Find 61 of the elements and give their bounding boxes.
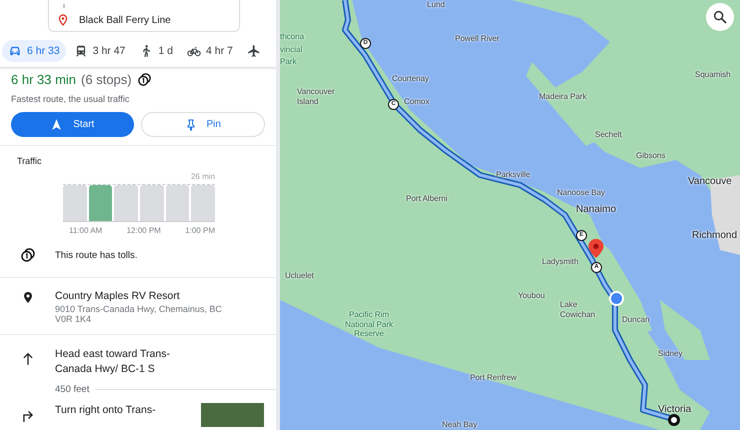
axis-label: 26 min [190, 172, 215, 183]
map-place-label: Comox [404, 97, 430, 107]
car-icon [8, 44, 22, 58]
duration-text: 6 hr 33 min [11, 72, 76, 87]
time-label: 1:00 PM [185, 226, 215, 235]
map-place-label: Nanoose Bay [557, 188, 606, 198]
step-instruction: Turn right onto Trans- [55, 403, 157, 418]
map-place-label: Ucluelet [285, 271, 314, 281]
map-place-label: Powell River [455, 34, 500, 44]
bicycle-icon [187, 44, 202, 58]
coins-icon [20, 247, 36, 263]
location-pin-icon [22, 290, 34, 305]
travel-mode-tab[interactable]: 3 hr 47 [68, 40, 132, 62]
step-distance: 450 feet [55, 384, 90, 396]
travel-mode-tab[interactable]: 1 d [133, 40, 180, 62]
map-place-label: Port Renfrew [470, 373, 517, 383]
destination-name: Black Ball Ferry Line [79, 14, 171, 26]
place-address: 9010 Trans-Canada Hwy, Chemainus, BC V0R 1K4 [55, 304, 223, 324]
start-button[interactable]: Start [11, 112, 134, 137]
map-place-label: Squamish [695, 70, 731, 80]
map-place-label: Ladysmith [542, 257, 578, 267]
map-place-label: Madeira Park [539, 92, 587, 102]
tolls-note: This route has tolls. [55, 250, 138, 260]
route-note: Fastest route, the usual traffic [11, 94, 130, 104]
map-place-label: Richmond [692, 230, 738, 242]
train-icon [74, 44, 88, 58]
search-icon [712, 9, 728, 25]
map-place-label: Lund [427, 0, 445, 10]
step-instruction: Head east toward Trans-Canada Hwy/ BC-1 S [55, 347, 171, 376]
map-place-label: Gibsons [636, 151, 666, 161]
map-place-label: Parksville [496, 170, 530, 180]
location-pin-icon [57, 13, 69, 27]
map-place-label: Lake Cowichan [560, 300, 596, 320]
map-place-label: Victoria [658, 404, 692, 416]
time-label: 12:00 PM [126, 226, 161, 235]
map-place-label: Youbou [518, 291, 545, 301]
map-place-label: Pacific Rim National Park Reserve [344, 310, 394, 339]
map-place-label: Vancouver Island [297, 87, 336, 106]
map-place-label: Nanaimo [576, 204, 616, 216]
map-place-label: Park [280, 57, 296, 67]
travel-mode-tab[interactable]: 4 hr 7 [181, 40, 239, 62]
map-place-label: Neah Bay [442, 420, 478, 430]
map-place-label: Sidney [658, 349, 682, 359]
map-place-label: thcona [280, 32, 304, 42]
travel-mode-tab[interactable]: 6 hr 33 [2, 40, 66, 62]
map-place-label: Courtenay [392, 74, 429, 84]
pushpin-icon [184, 118, 197, 130]
up-arrow-icon [20, 351, 34, 367]
map-place-label: Duncan [622, 315, 650, 325]
map-place-label: Vancouve [688, 176, 732, 188]
coins-icon [136, 72, 152, 87]
time-label: 11:00 AM [69, 226, 102, 235]
navigation-arrow-icon [50, 118, 64, 131]
map-place-label: vincial [280, 45, 302, 55]
pin-button[interactable]: Pin [140, 112, 265, 137]
map-place-label: Port Alberni [406, 194, 448, 204]
airplane-icon [246, 44, 261, 58]
map-place-label: Sechelt [595, 130, 622, 140]
place-name: Country Maples RV Resort [55, 290, 181, 302]
section-title: Traffic [17, 156, 43, 166]
stops-count: (6 stops) [81, 72, 132, 87]
